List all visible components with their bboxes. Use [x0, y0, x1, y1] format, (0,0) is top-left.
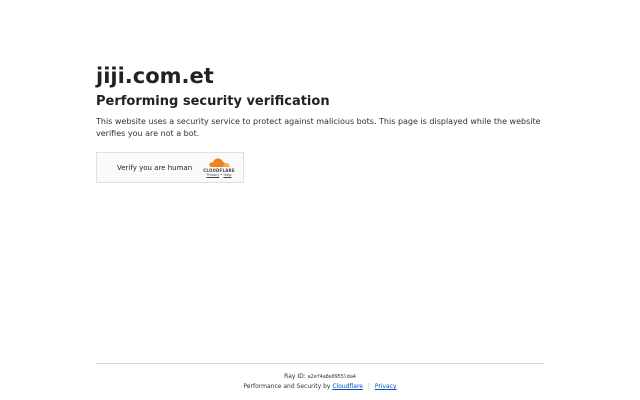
widget-help-link[interactable]: Help — [224, 173, 232, 177]
verification-heading: Performing security verification — [96, 94, 330, 109]
verify-label[interactable]: Verify you are human — [117, 163, 192, 173]
site-title: jiji.com.et — [96, 64, 214, 88]
ray-id-value: a2ef4a8e0955lda4 — [307, 374, 356, 380]
verify-checkbox[interactable]: · — [105, 163, 113, 171]
widget-link-separator: • — [220, 173, 223, 177]
footer-privacy-link[interactable]: Privacy — [375, 383, 397, 390]
performance-line: Performance and Security by Cloudflare |… — [96, 382, 544, 392]
cloudflare-logo-icon — [209, 158, 230, 167]
footer-separator: | — [367, 383, 370, 390]
footer: Ray ID: a2ef4a8e0955lda4 Performance and… — [96, 372, 544, 392]
verification-page: jiji.com.et Performing security verifica… — [0, 0, 640, 400]
ray-id-label: Ray ID: — [284, 373, 306, 380]
widget-privacy-link[interactable]: Privacy — [207, 173, 220, 177]
performance-text: Performance and Security by — [243, 383, 331, 390]
widget-links: Privacy • Help — [199, 173, 239, 178]
ray-id-line: Ray ID: a2ef4a8e0955lda4 — [96, 372, 544, 382]
main-content: jiji.com.et Performing security verifica… — [96, 62, 544, 140]
verification-description: This website uses a security service to … — [96, 117, 541, 138]
footer-divider — [96, 363, 544, 364]
cloudflare-branding: CLOUDFLARE Privacy • Help — [199, 157, 239, 181]
turnstile-widget[interactable]: · Verify you are human CLOUDFLARE Privac… — [96, 152, 244, 183]
cloudflare-link[interactable]: Cloudflare — [332, 383, 363, 390]
